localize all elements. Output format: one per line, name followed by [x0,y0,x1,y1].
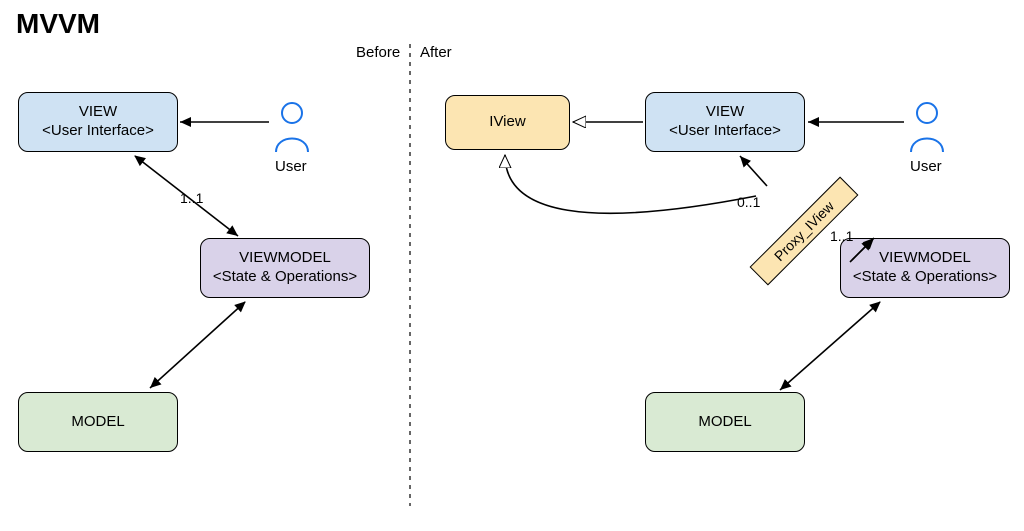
after-model-box: MODEL [645,392,805,452]
after-edge-view-proxy-label: 0..1 [737,194,760,210]
before-view-subtitle: <User Interface> [42,122,154,141]
before-model-box: MODEL [18,392,178,452]
after-arrow-proxy-iview [505,155,756,213]
after-user-label: User [910,158,942,175]
after-arrow-proxy-view [740,156,767,186]
after-viewmodel-title: VIEWMODEL [879,249,971,268]
after-model-title: MODEL [698,413,751,432]
page-title: MVVM [16,8,100,40]
after-arrow-viewmodel-model [780,302,880,390]
before-viewmodel-subtitle: <State & Operations> [213,268,357,287]
after-view-title: VIEW [706,103,744,122]
before-viewmodel-box: VIEWMODEL <State & Operations> [200,238,370,298]
before-view-box: VIEW <User Interface> [18,92,178,152]
after-view-box: VIEW <User Interface> [645,92,805,152]
before-label: Before [356,44,400,61]
after-proxy-title: Proxy_IView [771,198,837,264]
after-label: After [420,44,452,61]
after-edge-proxy-vm-label: 1..1 [830,228,853,244]
before-arrow-viewmodel-model [150,302,245,388]
before-edge-label: 1..1 [180,190,203,206]
before-view-title: VIEW [79,103,117,122]
after-viewmodel-box: VIEWMODEL <State & Operations> [840,238,1010,298]
diagram-canvas: MVVM Before After VIEW <User Interface> … [0,0,1024,531]
before-user-label: User [275,158,307,175]
before-user-icon [276,103,308,152]
after-iview-box: IView [445,95,570,150]
after-user-icon [911,103,943,152]
after-viewmodel-subtitle: <State & Operations> [853,268,997,287]
after-view-subtitle: <User Interface> [669,122,781,141]
before-viewmodel-title: VIEWMODEL [239,249,331,268]
after-iview-title: IView [489,113,525,132]
before-model-title: MODEL [71,413,124,432]
